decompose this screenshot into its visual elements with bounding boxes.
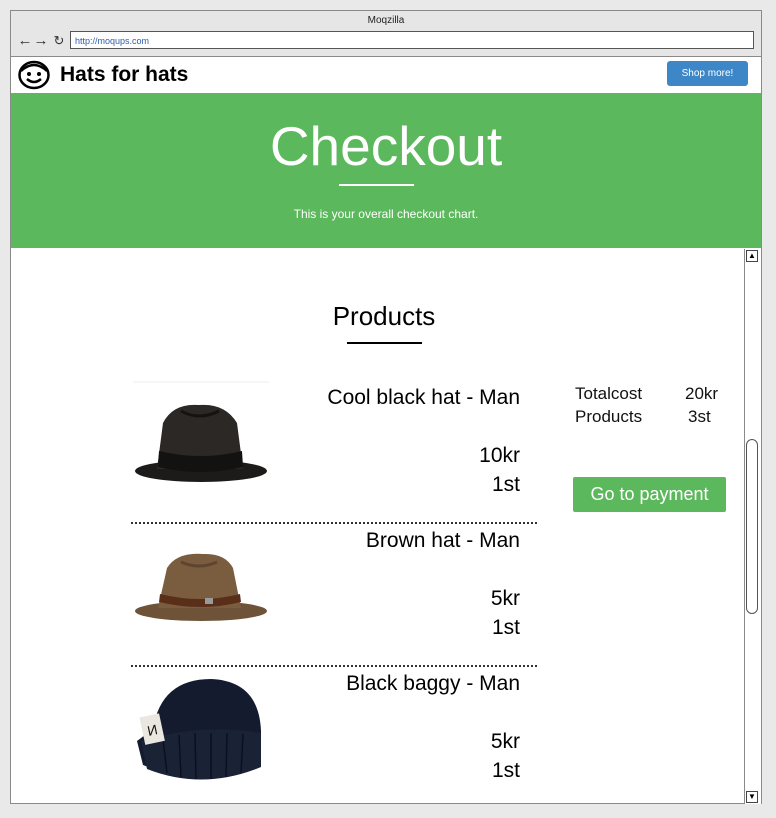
product-count-label: Products <box>575 407 643 426</box>
url-bar[interactable]: http://moqups.com <box>70 31 754 49</box>
product-quantity: 1st <box>491 759 520 782</box>
shop-more-button[interactable]: Shop more! <box>667 61 748 86</box>
product-quantity: 1st <box>491 473 520 496</box>
product-item: И Black baggy - Man 5kr 1st <box>131 667 537 810</box>
scroll-down-arrow-icon[interactable]: ▼ <box>746 791 758 803</box>
total-cost-value: 20kr <box>685 384 719 403</box>
checkout-hero: Checkout This is your overall checkout c… <box>11 93 761 248</box>
forward-arrow-icon[interactable]: → <box>33 32 49 50</box>
product-price: 5kr <box>490 730 520 753</box>
order-summary: Totalcost 20kr Products 3st <box>575 384 735 430</box>
browser-toolbar: ← → ↻ http://moqups.com <box>11 29 761 57</box>
browser-window: Moqzilla ← → ↻ http://moqups.com Hats fo… <box>10 10 762 804</box>
product-quantity: 1st <box>491 616 520 639</box>
product-price: 10kr <box>479 444 520 467</box>
scroll-thumb[interactable] <box>746 439 758 614</box>
smiley-logo-icon <box>18 60 50 90</box>
total-cost-label: Totalcost <box>575 384 643 403</box>
total-cost-row: Totalcost 20kr <box>575 384 735 407</box>
product-name: Black baggy - Man <box>346 672 520 695</box>
products-underline <box>347 342 422 344</box>
product-count-value: 3st <box>688 407 711 426</box>
black-beanie-image: И <box>137 679 261 780</box>
hero-subtitle: This is your overall checkout chart. <box>293 207 479 221</box>
brown-hat-image <box>135 553 267 621</box>
vertical-scrollbar[interactable]: ▲ ▼ <box>744 249 761 804</box>
product-name: Brown hat - Man <box>365 529 520 552</box>
window-title: Moqzilla <box>11 11 761 29</box>
product-price: 5kr <box>490 587 520 610</box>
title-underline <box>339 184 414 186</box>
checkout-content: Products Cool black hat - Man 10kr 1st B… <box>11 249 746 804</box>
go-to-payment-button[interactable]: Go to payment <box>573 477 726 512</box>
product-count-row: Products 3st <box>575 407 735 430</box>
products-heading: Products <box>332 301 436 331</box>
back-arrow-icon[interactable]: ← <box>17 32 33 50</box>
site-header: Hats for hats Shop more! <box>11 57 761 94</box>
product-item: Brown hat - Man 5kr 1st <box>131 524 537 667</box>
scroll-up-arrow-icon[interactable]: ▲ <box>746 250 758 262</box>
brand-name: Hats for hats <box>60 63 189 86</box>
reload-icon[interactable]: ↻ <box>51 32 67 50</box>
page-title: Checkout <box>269 115 503 177</box>
black-fedora-image <box>133 381 269 482</box>
product-name: Cool black hat - Man <box>327 386 520 409</box>
product-item: Cool black hat - Man 10kr 1st <box>131 381 537 524</box>
